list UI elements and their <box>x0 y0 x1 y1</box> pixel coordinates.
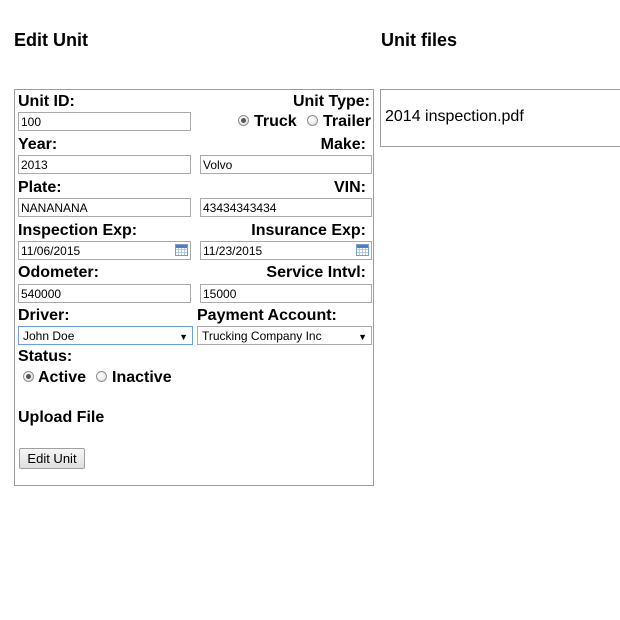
inspection-exp-field[interactable]: 11/06/2015 <box>18 241 191 260</box>
insurance-exp-value: 11/23/2015 <box>203 244 263 258</box>
status-label: Status: <box>18 348 73 365</box>
edit-unit-form: Unit ID: Unit Type: 100 Truck Trailer Ye… <box>14 89 374 486</box>
chevron-down-icon: ▼ <box>179 332 188 342</box>
edit-unit-button[interactable]: Edit Unit <box>19 448 85 469</box>
vin-label: VIN: <box>334 179 366 196</box>
unit-id-label: Unit ID: <box>18 93 75 110</box>
odometer-label: Odometer: <box>18 264 99 281</box>
driver-select[interactable]: John Doe ▼ <box>18 326 193 345</box>
payment-account-select[interactable]: Trucking Company Inc ▼ <box>197 326 372 345</box>
status-active-label: Active <box>38 369 87 386</box>
plate-label: Plate: <box>18 179 62 196</box>
vin-field[interactable]: 43434343434 <box>200 198 372 217</box>
unit-files-list: 2014 inspection.pdf <box>380 89 620 147</box>
odometer-field[interactable]: 540000 <box>18 284 191 303</box>
make-field[interactable]: Volvo <box>200 155 372 174</box>
status-active-radio[interactable] <box>23 371 34 382</box>
make-label: Make: <box>320 136 366 153</box>
unit-type-trailer-label: Trailer <box>323 113 372 130</box>
driver-label: Driver: <box>18 307 70 324</box>
year-label: Year: <box>18 136 58 153</box>
plate-field[interactable]: NANANANA <box>18 198 191 217</box>
inspection-exp-value: 11/06/2015 <box>21 244 81 258</box>
file-link[interactable]: 2014 inspection.pdf <box>385 108 524 126</box>
calendar-icon[interactable] <box>175 244 188 256</box>
unit-type-trailer-radio[interactable] <box>307 115 318 126</box>
unit-type-label: Unit Type: <box>292 93 370 110</box>
unit-type-truck-label: Truck <box>254 113 297 130</box>
status-inactive-label: Inactive <box>112 369 172 386</box>
chevron-down-icon: ▼ <box>358 332 367 342</box>
status-inactive-radio[interactable] <box>96 371 107 382</box>
insurance-exp-field[interactable]: 11/23/2015 <box>200 241 372 260</box>
unit-files-heading: Unit files <box>381 30 458 50</box>
payment-account-label: Payment Account: <box>197 307 337 324</box>
service-intvl-label: Service Intvl: <box>266 264 366 281</box>
driver-select-value: John Doe <box>23 329 75 343</box>
payment-account-select-value: Trucking Company Inc <box>202 329 322 343</box>
insurance-exp-label: Insurance Exp: <box>251 222 366 239</box>
calendar-icon[interactable] <box>356 244 369 256</box>
edit-unit-heading: Edit Unit <box>14 30 88 50</box>
service-intvl-field[interactable]: 15000 <box>200 284 372 303</box>
unit-id-field[interactable]: 100 <box>18 112 191 131</box>
inspection-exp-label: Inspection Exp: <box>18 222 138 239</box>
year-field[interactable]: 2013 <box>18 155 191 174</box>
upload-file-label: Upload File <box>18 409 105 426</box>
unit-type-truck-radio[interactable] <box>238 115 249 126</box>
